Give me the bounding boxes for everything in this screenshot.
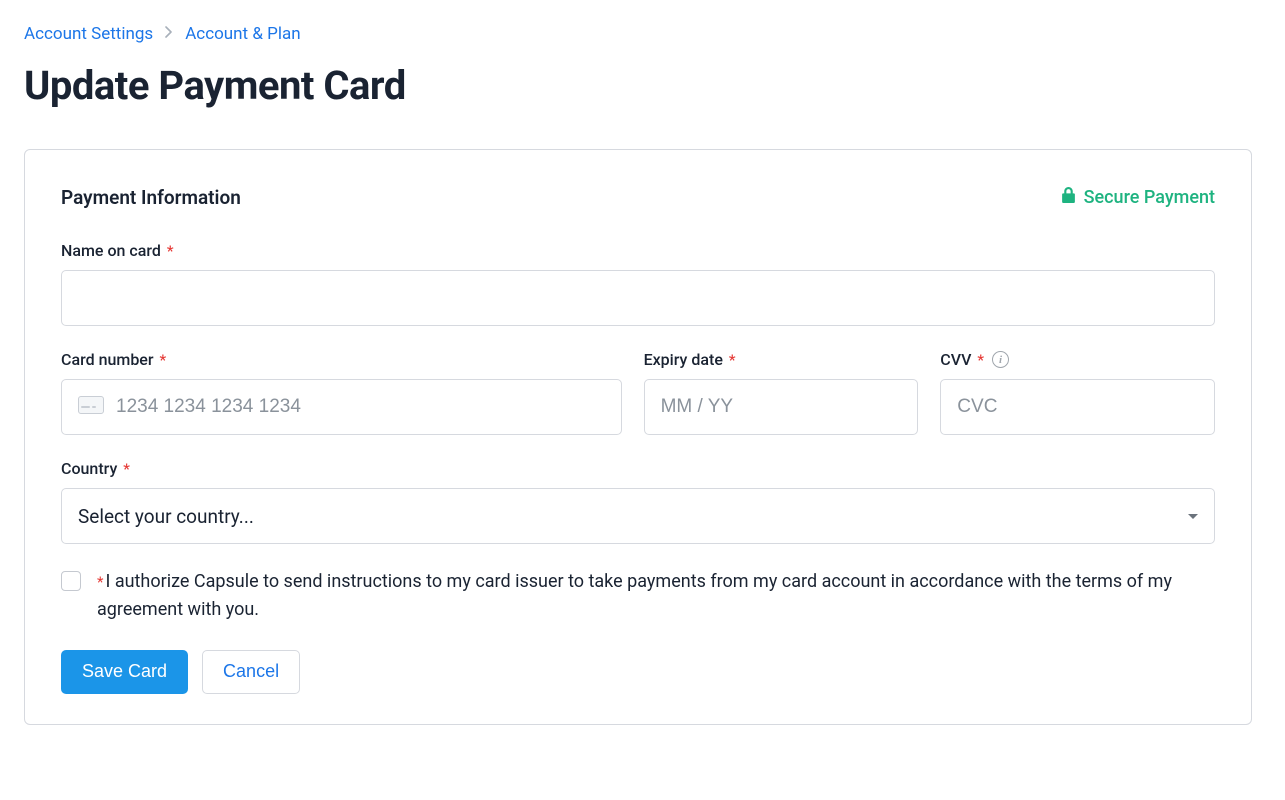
chevron-right-icon [165, 26, 173, 42]
country-select[interactable]: Select your country... [61, 488, 1215, 544]
expiry-input[interactable] [644, 379, 919, 435]
consent-checkbox[interactable] [61, 571, 81, 591]
lock-icon [1061, 187, 1076, 209]
required-marker: * [97, 573, 103, 591]
cancel-button[interactable]: Cancel [202, 650, 300, 694]
required-marker: * [729, 351, 736, 369]
country-select-placeholder: Select your country... [78, 505, 254, 528]
expiry-label: Expiry date * [644, 350, 919, 369]
name-on-card-group: Name on card * [61, 241, 1215, 326]
country-label: Country * [61, 459, 1215, 478]
credit-card-icon [78, 396, 104, 418]
page-title: Update Payment Card [24, 62, 1261, 109]
cvv-input[interactable] [940, 379, 1215, 435]
cvv-group: CVV * i [940, 350, 1215, 435]
chevron-down-icon [1188, 514, 1198, 519]
card-number-label: Card number * [61, 350, 622, 369]
required-marker: * [167, 242, 174, 260]
panel-header: Payment Information Secure Payment [61, 186, 1215, 209]
secure-payment-badge: Secure Payment [1061, 187, 1215, 209]
name-on-card-label: Name on card * [61, 241, 1215, 260]
required-marker: * [977, 351, 984, 369]
info-icon[interactable]: i [992, 351, 1009, 368]
name-on-card-input[interactable] [61, 270, 1215, 326]
required-marker: * [160, 351, 167, 369]
card-number-group: Card number * [61, 350, 622, 435]
save-card-button[interactable]: Save Card [61, 650, 188, 694]
country-group: Country * Select your country... [61, 459, 1215, 544]
secure-payment-label: Secure Payment [1084, 187, 1215, 208]
card-number-field[interactable] [61, 379, 622, 435]
required-marker: * [123, 460, 130, 478]
card-number-input[interactable] [116, 396, 605, 418]
breadcrumb-link-account-plan[interactable]: Account & Plan [185, 24, 300, 44]
cvv-label: CVV * i [940, 350, 1215, 369]
expiry-group: Expiry date * [644, 350, 919, 435]
breadcrumb-link-account-settings[interactable]: Account Settings [24, 24, 153, 44]
breadcrumb: Account Settings Account & Plan [24, 24, 1261, 44]
card-details-row: Card number * Expiry date * [61, 350, 1215, 435]
consent-row: *I authorize Capsule to send instruction… [61, 568, 1215, 624]
panel-heading: Payment Information [61, 186, 241, 209]
payment-info-panel: Payment Information Secure Payment Name … [24, 149, 1252, 725]
consent-text: *I authorize Capsule to send instruction… [97, 568, 1215, 624]
form-actions: Save Card Cancel [61, 650, 1215, 694]
